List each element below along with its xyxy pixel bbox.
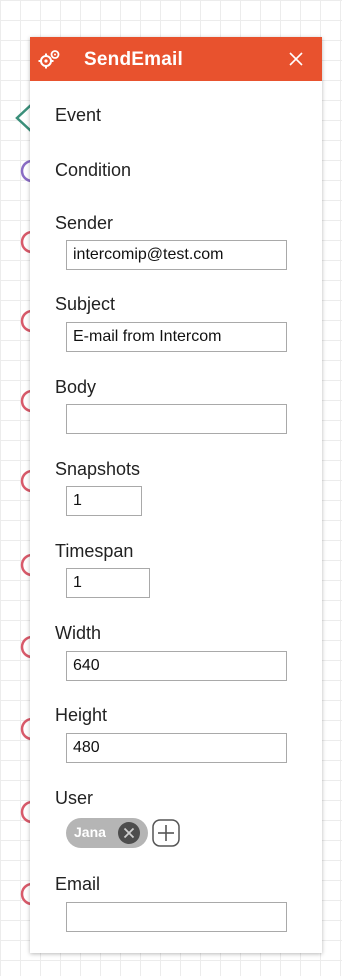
width-input[interactable]: 640 bbox=[66, 651, 287, 681]
plus-icon[interactable] bbox=[152, 819, 180, 847]
subject-label: Subject bbox=[55, 294, 116, 314]
email-label: Email bbox=[55, 874, 101, 894]
event-label: Event bbox=[55, 105, 102, 125]
node-title: SendEmail bbox=[84, 49, 183, 70]
close-circle-icon[interactable] bbox=[117, 821, 141, 845]
timespan-label: Timespan bbox=[55, 541, 134, 561]
sender-label: Sender bbox=[55, 213, 114, 233]
subject-input[interactable]: E-mail from Intercom bbox=[66, 322, 287, 352]
body-input[interactable] bbox=[66, 404, 287, 434]
body-label: Body bbox=[55, 377, 97, 397]
close-icon[interactable] bbox=[286, 49, 306, 69]
node-header[interactable]: SendEmail bbox=[30, 37, 322, 81]
height-input[interactable]: 480 bbox=[66, 733, 287, 763]
gears-icon bbox=[38, 50, 60, 69]
condition-label: Condition bbox=[55, 160, 132, 180]
email-input[interactable] bbox=[66, 902, 287, 932]
user-label: User bbox=[55, 788, 94, 808]
snapshots-input[interactable]: 1 bbox=[66, 486, 142, 516]
user-chip[interactable]: Jana bbox=[66, 818, 148, 848]
user-chip-text: Jana bbox=[74, 824, 106, 840]
timespan-input[interactable]: 1 bbox=[66, 568, 150, 598]
height-label: Height bbox=[55, 705, 108, 725]
snapshots-label: Snapshots bbox=[55, 459, 141, 479]
width-label: Width bbox=[55, 623, 102, 643]
sender-input[interactable]: intercomip@test.com bbox=[66, 240, 287, 270]
